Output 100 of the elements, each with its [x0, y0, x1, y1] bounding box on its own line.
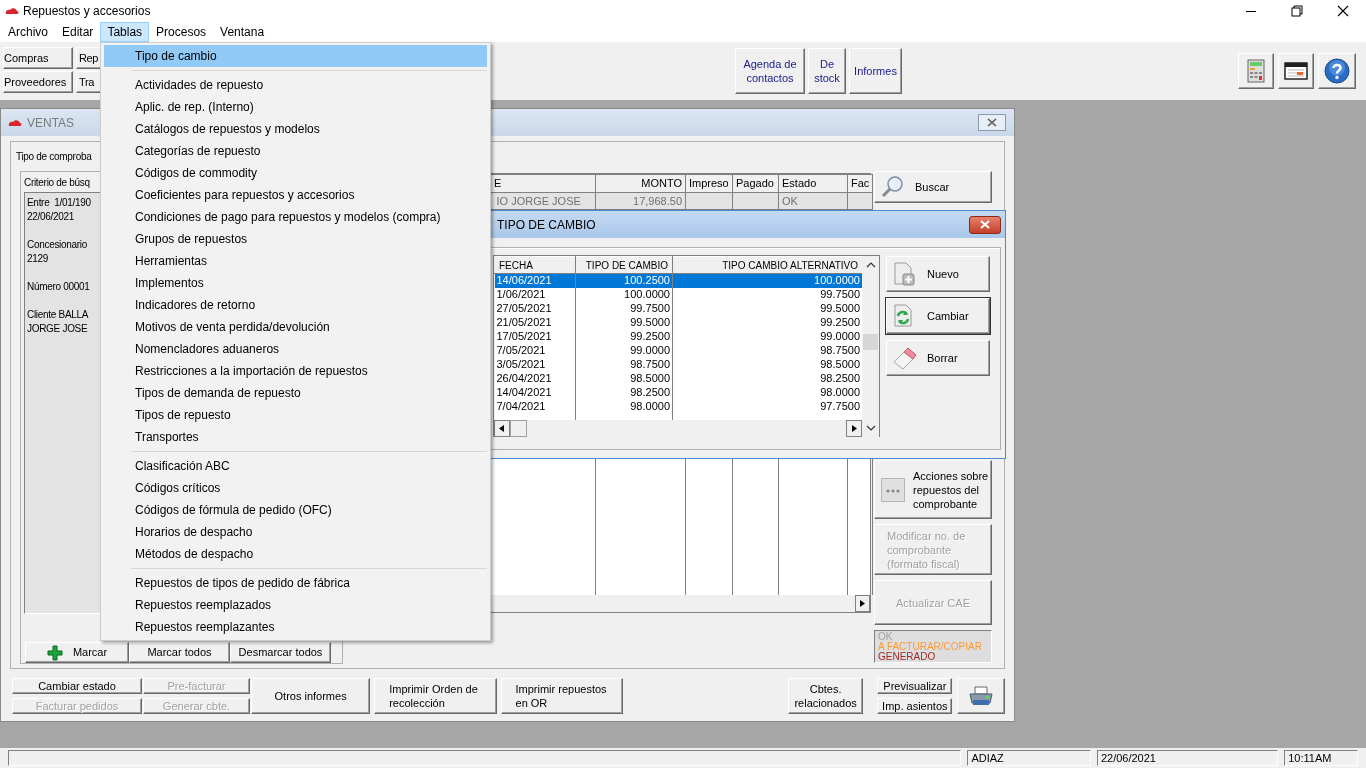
table-cell[interactable]: 99.7500	[630, 302, 670, 314]
menu-item[interactable]: Códigos de fórmula de pedido (OFC)	[104, 499, 487, 521]
close-button[interactable]	[978, 114, 1006, 131]
table-cell[interactable]: 17/05/2021	[496, 330, 552, 342]
menu-item[interactable]: Nomencladores aduaneros	[104, 338, 487, 360]
column-header[interactable]: TIPO DE CAMBIO	[575, 256, 673, 274]
scrollbar[interactable]	[862, 256, 879, 438]
menu-item[interactable]: Restricciones a la importación de repuestos	[104, 360, 487, 382]
table-cell[interactable]: 99.5000	[820, 302, 860, 314]
table-cell[interactable]: 26/04/2021	[496, 372, 552, 384]
table-cell[interactable]: 100.0000	[814, 274, 860, 287]
mark-button[interactable]: Marcar	[25, 642, 129, 663]
action-button[interactable]: Cbtes. relacionados	[787, 678, 864, 714]
action-button[interactable]: Cambiar estado	[12, 678, 142, 694]
action-button[interactable]: Imprimir Orden de recolección	[374, 678, 497, 714]
menu-item[interactable]: Catálogos de repuestos y modelos	[104, 118, 487, 140]
menu-item[interactable]: Motivos de venta perdida/devolución	[104, 316, 487, 338]
menu-item[interactable]: Tablas	[100, 22, 150, 42]
menu-item[interactable]: Repuestos de tipos de pedido de fábrica	[104, 572, 487, 594]
table-cell[interactable]: 27/05/2021	[496, 302, 552, 314]
help-button[interactable]	[1318, 53, 1356, 89]
scrollbar[interactable]	[490, 595, 870, 612]
toolbar-button[interactable]: Compras	[3, 47, 73, 69]
table-cell[interactable]: 99.7500	[820, 288, 860, 300]
menu-item[interactable]: Tipos de repuesto	[104, 404, 487, 426]
table-cell[interactable]: 21/05/2021	[496, 316, 552, 328]
column-header[interactable]: MONTO	[595, 174, 686, 192]
table-cell[interactable]: 99.0000	[820, 330, 860, 342]
table-cell[interactable]: 98.5000	[630, 372, 670, 384]
calendar-button[interactable]	[1278, 53, 1314, 89]
table-cell[interactable]: 98.5000	[820, 358, 860, 370]
action-button[interactable]: Imprimir repuestos en OR	[500, 678, 623, 714]
scrollbar[interactable]	[494, 419, 862, 438]
table-cell[interactable]: 98.7500	[630, 358, 670, 370]
table-cell[interactable]: 1/06/2021	[496, 288, 546, 300]
dialog-button[interactable]: Borrar	[886, 340, 990, 376]
action-button[interactable]: Imp. asientos	[877, 698, 953, 714]
table-cell[interactable]: 99.2500	[820, 316, 860, 328]
column-header[interactable]: Impreso	[685, 174, 733, 192]
menu-item[interactable]: Aplic. de rep. (Interno)	[104, 96, 487, 118]
menu-item[interactable]: Repuestos reemplazantes	[104, 616, 487, 638]
menu-item[interactable]: Grupos de repuestos	[104, 228, 487, 250]
menu-item[interactable]: Indicadores de retorno	[104, 294, 487, 316]
toolbar-button[interactable]: Informes	[849, 48, 902, 94]
column-header[interactable]: Pagado	[732, 174, 779, 192]
menu-item[interactable]: Tipos de demanda de repuesto	[104, 382, 487, 404]
menu-item[interactable]: Implementos	[104, 272, 487, 294]
scroll-thumb[interactable]	[510, 420, 527, 437]
table-cell[interactable]: 14/06/2021	[496, 274, 552, 287]
table-cell[interactable]: 99.0000	[630, 344, 670, 356]
table-cell[interactable]: 99.2500	[630, 330, 670, 342]
table-cell[interactable]: 7/05/2021	[496, 344, 546, 356]
scroll-left-icon[interactable]	[494, 420, 510, 437]
table-cell[interactable]: 100.2500	[624, 274, 670, 287]
column-header[interactable]: TIPO CAMBIO ALTERNATIVO	[672, 256, 863, 274]
toolbar-button[interactable]: De stock	[808, 48, 846, 94]
dialog-button[interactable]: Nuevo	[886, 256, 990, 292]
column-header[interactable]: E	[490, 174, 596, 192]
menu-item[interactable]: Editar	[55, 22, 101, 42]
table-cell[interactable]: 98.0000	[630, 400, 670, 412]
toolbar-button[interactable]: Proveedores	[3, 71, 73, 93]
menu-item[interactable]: Códigos críticos	[104, 477, 487, 499]
menu-item[interactable]: Herramientas	[104, 250, 487, 272]
menu-item[interactable]: Ventana	[213, 22, 272, 42]
scroll-right-icon[interactable]	[846, 420, 862, 437]
column-header[interactable]: Fac	[847, 174, 873, 192]
table-cell[interactable]: 14/04/2021	[496, 386, 552, 398]
dialog-button[interactable]: Cambiar	[886, 298, 990, 334]
side-button[interactable]: Acciones sobre repuestos del comprobante	[874, 460, 992, 519]
column-header[interactable]: Estado	[778, 174, 848, 192]
column-header[interactable]: FECHA	[494, 256, 576, 274]
table-cell[interactable]: 99.5000	[630, 316, 670, 328]
menu-item[interactable]: Tipo de cambio	[104, 45, 487, 67]
action-button[interactable]: Otros informes	[251, 678, 371, 714]
menu-item[interactable]: Archivo	[1, 22, 55, 42]
close-button[interactable]	[969, 215, 1001, 234]
menu-item[interactable]: Coeficientes para repuestos y accesorios	[104, 184, 487, 206]
menu-item[interactable]: Métodos de despacho	[104, 543, 487, 565]
menu-item[interactable]: Horarios de despacho	[104, 521, 487, 543]
table-cell[interactable]: 100.0000	[624, 288, 670, 300]
table-cell[interactable]: 98.0000	[820, 386, 860, 398]
scroll-right-icon[interactable]	[855, 595, 870, 612]
menu-item[interactable]: Condiciones de pago para repuestos y modelos (compra)	[104, 206, 487, 228]
side-button[interactable]: Buscar	[874, 171, 992, 203]
table-cell[interactable]: 98.2500	[820, 372, 860, 384]
action-button[interactable]: Previsualizar	[877, 678, 953, 694]
menu-item[interactable]: Categorías de repuesto	[104, 140, 487, 162]
table-cell[interactable]: 7/04/2021	[496, 400, 546, 412]
table-cell[interactable]: 3/05/2021	[496, 358, 546, 370]
mark-button[interactable]: Desmarcar todos	[230, 642, 331, 663]
print-button[interactable]	[957, 678, 1005, 714]
scroll-thumb[interactable]	[863, 334, 878, 350]
menu-item[interactable]: Repuestos reemplazados	[104, 594, 487, 616]
menu-item[interactable]: Transportes	[104, 426, 487, 448]
menu-item[interactable]: Códigos de commodity	[104, 162, 487, 184]
menu-item[interactable]: Procesos	[149, 22, 214, 42]
table-cell[interactable]: 98.7500	[820, 344, 860, 356]
menu-item[interactable]: Actividades de repuesto	[104, 74, 487, 96]
toolbar-button[interactable]: Agenda de contactos	[735, 48, 805, 94]
menu-item[interactable]: Clasificación ABC	[104, 455, 487, 477]
